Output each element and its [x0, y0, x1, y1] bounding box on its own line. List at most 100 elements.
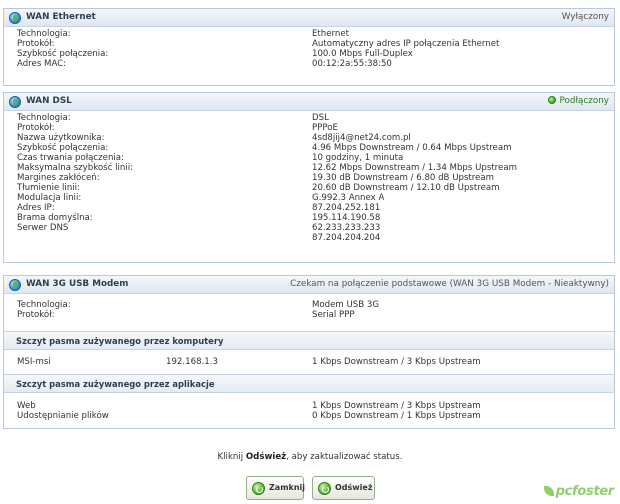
wan-dsl-row: Czas trwania połączenia: 10 godziny, 1 mi…: [4, 153, 614, 163]
wan-ethernet-panel: WAN Ethernet Wyłączony Technologia: Ether…: [3, 8, 615, 86]
peak-apps-label: Udostępnianie plików: [17, 411, 109, 421]
wan-ethernet-label: Protokół:: [17, 39, 55, 49]
wan-dsl-status-text: Podłączony: [559, 96, 609, 106]
wan-dsl-header: WAN DSL Podłączony: [4, 93, 614, 111]
wan-dsl-label: Tłumienie linii:: [17, 183, 80, 193]
wan-ethernet-row: Szybkość połączenia: 100.0 Mbps Full-Dupl…: [4, 49, 614, 59]
wan-3g-status: Czekam na połączenie podstawowe (WAN 3G …: [290, 279, 609, 289]
refresh-hint: Kliknij Odśwież, aby zaktualizować statu…: [0, 452, 620, 462]
wan-dsl-value: 10 godziny, 1 minuta: [312, 153, 404, 163]
wan-dsl-label: Brama domyślna:: [17, 213, 93, 223]
wan-3g-title: WAN 3G USB Modem: [26, 279, 129, 289]
wan-dsl-label: Czas trwania połączenia:: [17, 153, 124, 163]
wan-3g-label: Technologia:: [17, 300, 71, 310]
wan-dsl-value: 87.204.252.181: [312, 203, 381, 213]
peak-computers-label: MSI-msi: [17, 357, 51, 367]
wan-dsl-value: DSL: [312, 113, 329, 123]
wan-dsl-row: Adres IP: 87.204.252.181: [4, 203, 614, 213]
wan-dsl-row: Technologia: DSL: [4, 113, 614, 123]
peak-apps-value: 1 Kbps Downstream / 3 Kbps Upstream: [312, 401, 481, 411]
peak-computers-row: MSI-msi 192.168.1.3 1 Kbps Downstream / 3 …: [4, 357, 614, 367]
wan-3g-value: Modem USB 3G: [312, 300, 380, 310]
peak-apps-row: Udostępnianie plików 0 Kbps Downstream / …: [4, 411, 614, 421]
connected-status-icon: [547, 96, 556, 104]
logo-text: pcfoster: [555, 484, 615, 499]
peak-apps-row: Web 1 Kbps Downstream / 3 Kbps Upstream: [4, 401, 614, 411]
close-icon: [252, 482, 265, 495]
wan-3g-value: Serial PPP: [312, 310, 355, 320]
wan-3g-label: Protokół:: [17, 310, 55, 320]
leaf-icon: [543, 486, 554, 496]
peak-computers-address: 192.168.1.3: [166, 357, 218, 367]
refresh-icon: [318, 482, 331, 495]
peak-computers-list: MSI-msi 192.168.1.3 1 Kbps Downstream / 3 …: [4, 350, 614, 374]
wan-dsl-value: PPPoE: [312, 123, 338, 133]
close-button[interactable]: Zamknij: [246, 476, 306, 500]
refresh-button-label: Odśwież: [335, 483, 373, 492]
wan-ethernet-label: Szybkość połączenia:: [17, 49, 109, 59]
wan-dsl-value: 20.60 dB Downstream / 12.10 dB Upstream: [312, 183, 500, 193]
wan-dsl-row: Modulacja linii: G.992.3 Annex A: [4, 193, 614, 203]
close-button-label: Zamknij: [269, 483, 306, 492]
wan-ethernet-value: Ethernet: [312, 29, 350, 39]
wan-dsl-value: 4sd8jij4@net24.com.pl: [312, 133, 411, 143]
globe-icon: [9, 12, 21, 24]
wan-3g-row: Technologia: Modem USB 3G: [4, 300, 614, 310]
wan-dsl-label: Szybkość połączenia:: [17, 143, 109, 153]
wan-ethernet-details: Technologia: Ethernet Protokół: Automatyczn…: [4, 27, 614, 73]
wan-dsl-row: Nazwa użytkownika: 4sd8jij4@net24.com.pl: [4, 133, 614, 143]
wan-ethernet-value: Automatyczny adres IP połączenia Etherne…: [312, 39, 500, 49]
wan-dsl-label: Margines zakłóceń:: [17, 173, 100, 183]
peak-apps-header: Szczyt pasma zużywanego przez aplikacje: [4, 374, 614, 393]
wan-dsl-label: Adres IP:: [17, 203, 55, 213]
wan-3g-header: WAN 3G USB Modem Czekam na połączenie po…: [4, 276, 614, 294]
wan-dsl-value: 62.233.233.233: [312, 223, 381, 233]
globe-icon: [9, 279, 21, 291]
wan-ethernet-header: WAN Ethernet Wyłączony: [4, 9, 614, 27]
refresh-hint-pre: Kliknij: [217, 452, 246, 462]
wan-dsl-title: WAN DSL: [26, 96, 72, 106]
globe-icon: [9, 96, 21, 108]
wan-dsl-value: G.992.3 Annex A: [312, 193, 385, 203]
wan-dsl-row: 87.204.204.204: [4, 233, 614, 243]
wan-dsl-label: Maksymalna szybkość linii:: [17, 163, 133, 173]
wan-dsl-value: 4.96 Mbps Downstream / 0.64 Mbps Upstrea…: [312, 143, 512, 153]
peak-apps-list: Web 1 Kbps Downstream / 3 Kbps Upstream Ud…: [4, 393, 614, 425]
wan-dsl-panel: WAN DSL Podłączony Technologia: DSL Protok…: [3, 92, 615, 263]
peak-computers-value: 1 Kbps Downstream / 3 Kbps Upstream: [312, 357, 481, 367]
wan-dsl-row: Margines zakłóceń: 19.30 dB Downstream / …: [4, 173, 614, 183]
wan-ethernet-value: 100.0 Mbps Full-Duplex: [312, 49, 413, 59]
wan-3g-row: Protokół: Serial PPP: [4, 310, 614, 320]
refresh-hint-post: , aby zaktualizować status.: [286, 452, 403, 462]
wan-dsl-value: 195.114.190.58: [312, 213, 381, 223]
wan-3g-details: Technologia: Modem USB 3G Protokół: Serial …: [4, 294, 614, 331]
peak-computers-header: Szczyt pasma zużywanego przez komputery: [4, 331, 614, 350]
peak-apps-value: 0 Kbps Downstream / 1 Kbps Upstream: [312, 411, 481, 421]
refresh-button[interactable]: Odśwież: [312, 476, 375, 500]
wan-dsl-status: Podłączony: [547, 93, 609, 110]
wan-ethernet-row: Technologia: Ethernet: [4, 29, 614, 39]
refresh-hint-bold: Odśwież: [245, 452, 287, 462]
wan-dsl-label: Protokół:: [17, 123, 55, 133]
wan-3g-panel: WAN 3G USB Modem Czekam na połączenie po…: [3, 275, 615, 429]
wan-ethernet-label: Technologia:: [17, 29, 71, 39]
wan-dsl-label: Technologia:: [17, 113, 71, 123]
wan-ethernet-title: WAN Ethernet: [26, 12, 96, 22]
wan-ethernet-value: 00:12:2a:55:38:50: [312, 59, 392, 69]
wan-dsl-row: Tłumienie linii: 20.60 dB Downstream / 12…: [4, 183, 614, 193]
wan-dsl-label: Nazwa użytkownika:: [17, 133, 105, 143]
logo: pcfoster: [543, 484, 615, 499]
wan-ethernet-label: Adres MAC:: [17, 59, 67, 69]
wan-dsl-label: Modulacja linii:: [17, 193, 82, 203]
wan-ethernet-status: Wyłączony: [561, 12, 609, 22]
wan-dsl-value: 87.204.204.204: [312, 233, 381, 243]
wan-dsl-row: Serwer DNS 62.233.233.233: [4, 223, 614, 233]
wan-dsl-details: Technologia: DSL Protokół: PPPoE Nazwa użytk…: [4, 111, 614, 247]
wan-dsl-row: Protokół: PPPoE: [4, 123, 614, 133]
wan-dsl-row: Brama domyślna: 195.114.190.58: [4, 213, 614, 223]
wan-dsl-value: 19.30 dB Downstream / 6.80 dB Upstream: [312, 173, 495, 183]
wan-dsl-value: 12.62 Mbps Downstream / 1.34 Mbps Upstre…: [312, 163, 517, 173]
peak-apps-label: Web: [17, 401, 36, 411]
wan-dsl-row: Szybkość połączenia: 4.96 Mbps Downstream…: [4, 143, 614, 153]
wan-dsl-row: Maksymalna szybkość linii: 12.62 Mbps Dow…: [4, 163, 614, 173]
